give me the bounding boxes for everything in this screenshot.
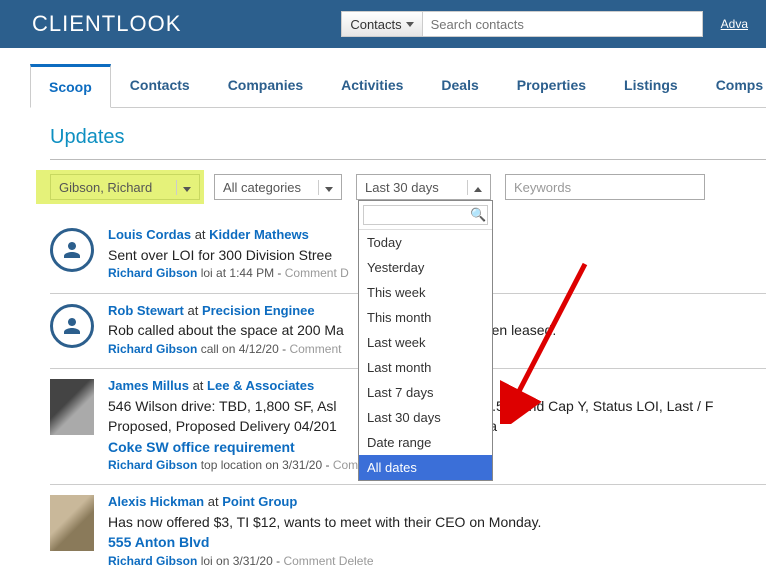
date-option-last-week[interactable]: Last week (359, 330, 492, 355)
feed-actions[interactable]: Comment D (285, 266, 349, 280)
at-text: at (208, 494, 219, 509)
app-logo: CLIENTLOOK (32, 11, 181, 37)
author-link[interactable]: Richard Gibson (108, 554, 197, 568)
date-option-last-7-days[interactable]: Last 7 days (359, 380, 492, 405)
filter-date-dropdown[interactable]: Last 30 days (356, 174, 491, 200)
company-link[interactable]: Point Group (222, 494, 297, 509)
dropdown-search: 🔍 (359, 201, 492, 230)
feed-time: at 1:44 PM - (216, 266, 281, 280)
at-text: at (193, 378, 204, 393)
chevron-down-icon (318, 180, 333, 195)
date-option-date-range[interactable]: Date range (359, 430, 492, 455)
at-text: at (195, 227, 206, 242)
feed-tag: loi (201, 554, 213, 568)
date-option-this-month[interactable]: This month (359, 305, 492, 330)
date-option-all-dates[interactable]: All dates (359, 455, 492, 480)
contact-link[interactable]: Louis Cordas (108, 227, 191, 242)
filter-category-dropdown[interactable]: All categories (214, 174, 342, 200)
feed-actions[interactable]: Comment Delete (283, 554, 373, 568)
feed-actions[interactable]: Comment (289, 342, 341, 356)
search-category-dropdown[interactable]: Contacts (341, 11, 422, 37)
search-category-label: Contacts (350, 17, 401, 32)
date-option-this-week[interactable]: This week (359, 280, 492, 305)
search-input[interactable] (423, 11, 703, 37)
feed-tag: call (201, 342, 219, 356)
feed-time: on 3/31/20 - (216, 554, 280, 568)
divider (50, 159, 766, 160)
filter-user-dropdown[interactable]: Gibson, Richard (50, 174, 200, 200)
filter-category-label: All categories (223, 180, 301, 195)
contact-link[interactable]: Alexis Hickman (108, 494, 204, 509)
feed-description: Has now offered $3, TI $12, wants to mee… (108, 512, 766, 532)
feed-time: on 4/12/20 - (222, 342, 286, 356)
feed-subline-link[interactable]: 555 Anton Blvd (108, 532, 766, 552)
chevron-down-icon (176, 180, 191, 195)
company-link[interactable]: Kidder Mathews (209, 227, 309, 242)
filter-date-label: Last 30 days (365, 180, 439, 195)
avatar-photo (50, 495, 94, 551)
tab-listings[interactable]: Listings (605, 64, 697, 107)
avatar-icon (50, 304, 94, 348)
page-body: Updates Gibson, Richard All categories L… (0, 108, 766, 580)
tab-activities[interactable]: Activities (322, 64, 422, 107)
at-text: at (187, 303, 198, 318)
feed-tag: top location (201, 458, 262, 472)
feed-meta: Richard Gibson loi on 3/31/20 - Comment … (108, 553, 766, 570)
tab-deals[interactable]: Deals (422, 64, 497, 107)
page-title: Updates (50, 126, 766, 149)
tab-comps[interactable]: Comps (697, 64, 766, 107)
feed-time: on 3/31/20 - (265, 458, 329, 472)
tab-contacts[interactable]: Contacts (111, 64, 209, 107)
tab-properties[interactable]: Properties (498, 64, 605, 107)
contact-link[interactable]: James Millus (108, 378, 189, 393)
avatar-photo (50, 379, 94, 435)
app-header: CLIENTLOOK Contacts Adva (0, 0, 766, 48)
date-option-today[interactable]: Today (359, 230, 492, 255)
tab-companies[interactable]: Companies (209, 64, 322, 107)
filter-keywords-input[interactable]: Keywords (505, 174, 705, 200)
filter-keywords-placeholder: Keywords (514, 180, 571, 195)
chevron-up-icon (467, 180, 482, 195)
avatar-icon (50, 228, 94, 272)
contact-link[interactable]: Rob Stewart (108, 303, 184, 318)
advanced-search-link[interactable]: Adva (721, 17, 748, 31)
date-dropdown-panel: 🔍 Today Yesterday This week This month L… (358, 200, 493, 481)
author-link[interactable]: Richard Gibson (108, 266, 197, 280)
author-link[interactable]: Richard Gibson (108, 458, 197, 472)
tab-scoop[interactable]: Scoop (30, 64, 111, 108)
global-search: Contacts Adva (341, 11, 748, 37)
filter-bar: Gibson, Richard All categories Last 30 d… (50, 174, 766, 200)
date-option-last-month[interactable]: Last month (359, 355, 492, 380)
filter-user-label: Gibson, Richard (59, 180, 152, 195)
author-link[interactable]: Richard Gibson (108, 342, 197, 356)
feed-tag: loi (201, 266, 213, 280)
chevron-down-icon (406, 22, 414, 27)
company-link[interactable]: Precision Enginee (202, 303, 315, 318)
company-link[interactable]: Lee & Associates (207, 378, 314, 393)
main-tabs: Scoop Contacts Companies Activities Deal… (30, 64, 766, 108)
feed-item: Alexis Hickman at Point Group Has now of… (50, 484, 766, 580)
date-option-last-30-days[interactable]: Last 30 days (359, 405, 492, 430)
date-option-yesterday[interactable]: Yesterday (359, 255, 492, 280)
search-icon: 🔍 (470, 207, 486, 223)
